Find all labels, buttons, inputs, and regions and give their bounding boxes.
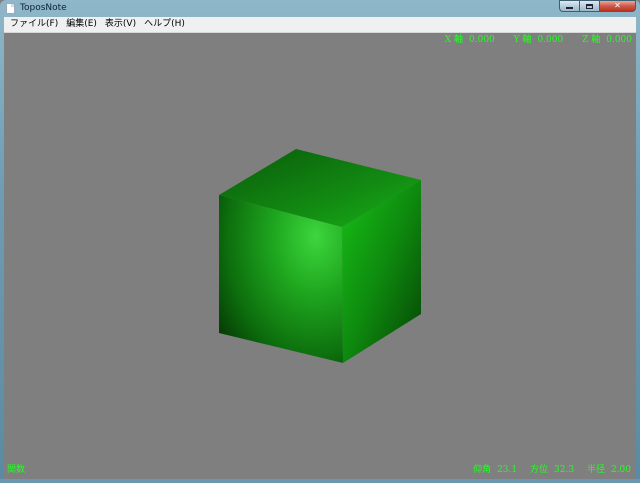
- camera-readout: 仰角 23.1 方位 32.3 半径 2.00: [463, 465, 631, 476]
- title-bar[interactable]: ToposNote ✕: [0, 0, 640, 17]
- elevation-label: 仰角: [473, 465, 492, 475]
- menu-file[interactable]: ファイル(F): [4, 17, 62, 32]
- app-window: ToposNote ✕ ファイル(F) 編集(E) 表示(V) ヘルプ(H) X…: [0, 0, 640, 483]
- radius-label: 半径: [586, 465, 605, 475]
- maximize-button[interactable]: [579, 0, 599, 12]
- viewport-3d[interactable]: X 軸 0.000 Y 軸 0.000 Z 軸 0.000 関数 仰角 23.1 方位 3…: [4, 33, 636, 479]
- azimuth-value: 32.3: [554, 465, 575, 475]
- y-axis-value: 0.000: [537, 35, 564, 45]
- z-axis-label: Z 軸: [582, 35, 601, 45]
- caption-buttons: ✕: [559, 0, 636, 13]
- menu-edit[interactable]: 編集(E): [62, 17, 101, 32]
- elevation-value: 23.1: [497, 465, 518, 475]
- maximize-icon: [586, 3, 593, 9]
- document-icon[interactable]: [6, 3, 15, 14]
- menu-bar: ファイル(F) 編集(E) 表示(V) ヘルプ(H): [4, 17, 636, 33]
- minimize-icon: [566, 7, 573, 9]
- menu-view[interactable]: 表示(V): [101, 17, 140, 32]
- menu-help[interactable]: ヘルプ(H): [140, 17, 189, 32]
- axis-readout: X 軸 0.000 Y 軸 0.000 Z 軸 0.000: [429, 35, 632, 46]
- minimize-button[interactable]: [559, 0, 579, 12]
- close-button[interactable]: ✕: [599, 0, 636, 12]
- y-axis-label: Y 軸: [513, 35, 532, 45]
- x-axis-value: 0.000: [469, 35, 495, 45]
- window-title: ToposNote: [20, 3, 67, 13]
- radius-value: 2.00: [610, 465, 631, 475]
- window-bottom-border: [0, 479, 640, 483]
- cube-scene[interactable]: [4, 33, 636, 479]
- function-label: 関数: [7, 465, 26, 475]
- close-icon: ✕: [614, 1, 621, 10]
- azimuth-label: 方位: [530, 465, 549, 475]
- z-axis-value: 0.000: [606, 35, 632, 45]
- x-axis-label: X 軸: [444, 35, 464, 45]
